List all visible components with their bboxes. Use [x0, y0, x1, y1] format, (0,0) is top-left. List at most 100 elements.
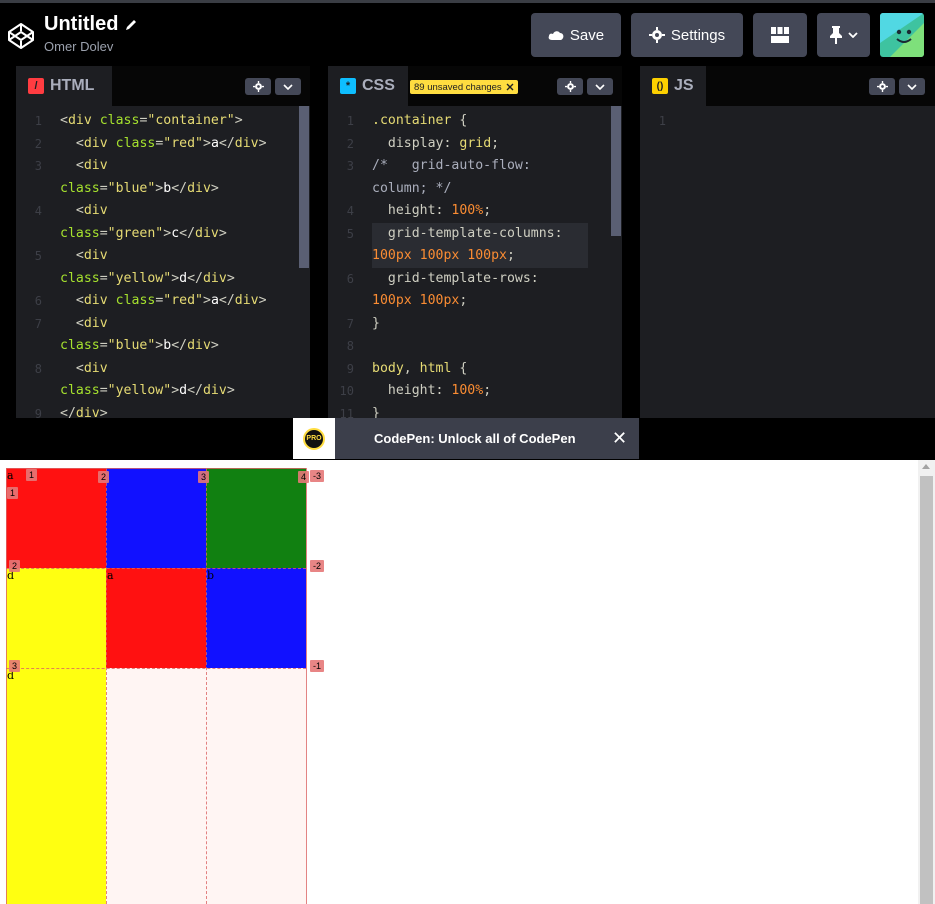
code-line: height: 100%;: [387, 383, 492, 398]
js-settings-button[interactable]: [869, 78, 895, 95]
grid-line-label: -1: [310, 660, 325, 672]
close-icon[interactable]: [506, 83, 514, 91]
grid-line-label: 3: [198, 471, 210, 483]
js-collapse-button[interactable]: [899, 78, 925, 95]
line-number: 5: [346, 226, 354, 241]
code-line: grid-template-rows:: [387, 270, 539, 286]
html-slash-icon: /: [28, 78, 44, 94]
line-number: 1: [34, 114, 42, 128]
line-number: 7: [34, 316, 42, 331]
promo-banner-text[interactable]: CodePen: Unlock all of CodePen: [374, 431, 576, 446]
cell-label: a: [7, 469, 14, 482]
code-line: class="blue">b</div>: [60, 338, 219, 353]
header: Untitled Omer Dolev Save Settings: [0, 3, 935, 66]
code-line: <div: [75, 158, 108, 173]
html-collapse-button[interactable]: [275, 78, 301, 95]
line-number: 4: [346, 204, 354, 218]
code-line: class="yellow">d</div>: [60, 270, 235, 286]
cloud-icon: [548, 31, 564, 40]
grid-line-label: -3: [310, 470, 325, 482]
layout-grid-icon: [771, 27, 789, 43]
user-avatar[interactable]: [880, 13, 924, 57]
line-number: 1: [346, 114, 354, 128]
code-line: <div: [75, 360, 108, 376]
grid-cell-green: [206, 468, 306, 568]
js-editor-panel: () JS 1: [640, 66, 935, 418]
author-name[interactable]: Omer Dolev: [44, 39, 113, 54]
tab-html[interactable]: / HTML: [16, 66, 112, 106]
line-number: 9: [346, 361, 354, 376]
line-number: 2: [34, 136, 42, 151]
scroll-up-icon[interactable]: [922, 464, 930, 469]
layout-button[interactable]: [753, 13, 807, 57]
settings-button[interactable]: Settings: [631, 13, 743, 57]
css-asterisk-icon: *: [340, 78, 356, 94]
code-line: <div class="container">: [60, 113, 243, 128]
save-button[interactable]: Save: [531, 13, 621, 57]
promo-close-icon[interactable]: ✕: [612, 428, 627, 449]
gear-icon: [564, 81, 576, 92]
grid-cell-blue: [206, 568, 306, 668]
grid-cell-red: [6, 468, 106, 568]
grid-line-label: -2: [310, 560, 325, 572]
code-line: column; */: [372, 180, 452, 196]
line-number: 8: [34, 361, 42, 376]
tab-js[interactable]: () JS: [640, 66, 706, 106]
pencil-icon[interactable]: [124, 18, 138, 32]
grid-line-label: 3: [9, 660, 21, 672]
code-line: /* grid-auto-flow:: [372, 158, 531, 173]
grid-line-label: 1: [26, 469, 38, 481]
grid-cell-yellow: [6, 568, 106, 668]
chevron-down-icon: [907, 83, 917, 90]
settings-label: Settings: [670, 26, 726, 44]
code-line: <div class="red">a</div>: [75, 293, 267, 308]
line-number: 5: [34, 249, 42, 263]
code-line: .container {: [372, 113, 468, 128]
grid-line: [306, 468, 307, 904]
grid-line: [6, 568, 306, 569]
gear-icon: [252, 81, 264, 92]
js-code[interactable]: 1: [640, 110, 935, 418]
cell-label: b: [207, 569, 215, 582]
line-number: 3: [346, 159, 354, 173]
grid-line: [6, 468, 7, 904]
code-line: class="green">c</div>: [60, 225, 227, 241]
chevron-down-icon: [847, 32, 858, 38]
line-number: 10: [339, 384, 354, 398]
tab-html-label: HTML: [50, 77, 95, 94]
tab-js-label: JS: [674, 77, 694, 94]
gear-icon: [648, 27, 665, 43]
code-line: class="yellow">d</div>: [60, 383, 235, 398]
tab-css[interactable]: * CSS: [328, 66, 408, 106]
css-code[interactable]: 1 2 3 4 5 6 7 8 9 10 11 .container { dis…: [328, 110, 622, 421]
html-code[interactable]: 1 2 3 4 5 6 7 8 9 <div class="container"…: [16, 110, 310, 421]
preview-pane: a a b d d 1 2 3 4 1 2 3 -3 -2 -1: [0, 460, 935, 904]
css-settings-button[interactable]: [557, 78, 583, 95]
pin-button[interactable]: [817, 13, 870, 57]
grid-line-label: 2: [9, 560, 21, 572]
css-editor-panel: * CSS 89 unsaved changes 1 2 3 4 5 6 7 8…: [328, 66, 622, 421]
grid-line: [206, 468, 207, 904]
pen-title-text[interactable]: Untitled: [44, 13, 118, 36]
save-label: Save: [569, 26, 605, 44]
unsaved-changes-badge[interactable]: 89 unsaved changes: [410, 80, 518, 94]
code-line: 100px 100px;: [372, 293, 468, 308]
grid-line: [106, 468, 107, 904]
line-number: 6: [34, 294, 42, 308]
css-collapse-button[interactable]: [587, 78, 613, 95]
grid-cell-blue: [106, 468, 206, 568]
pen-title[interactable]: Untitled: [44, 13, 138, 36]
preview-scrollbar-thumb[interactable]: [920, 476, 933, 904]
codepen-logo-icon[interactable]: [6, 21, 36, 51]
grid-cell-yellow: [6, 668, 106, 904]
code-line: 100px 100px 100px;: [372, 248, 515, 263]
html-settings-button[interactable]: [245, 78, 271, 95]
line-number: 6: [346, 271, 354, 286]
chevron-down-icon: [283, 83, 293, 90]
line-number: 3: [34, 159, 42, 173]
html-editor-panel: / HTML 1 2 3 4 5 6 7 8 9 <div class="con…: [16, 66, 310, 421]
code-line: <div: [75, 248, 108, 263]
pin-icon: [829, 26, 842, 44]
code-line: <div class="red">a</div>: [75, 135, 267, 151]
unsaved-changes-text: 89 unsaved changes: [414, 81, 502, 93]
